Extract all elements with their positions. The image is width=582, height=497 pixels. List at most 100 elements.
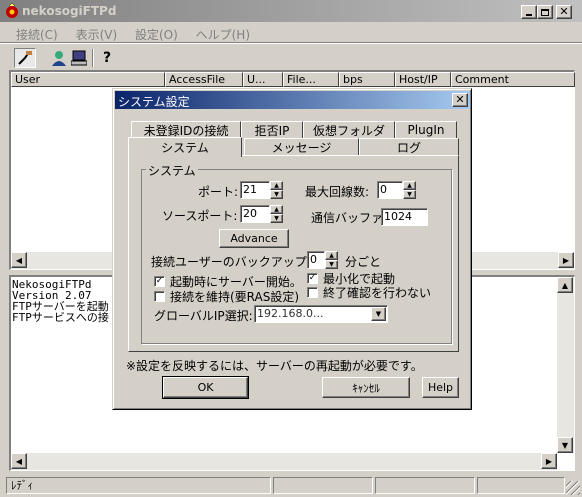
app-icon[interactable] <box>4 2 20 19</box>
tab-plugin[interactable]: PlugIn <box>395 121 457 138</box>
spin-down-icon[interactable]: ▼ <box>270 214 283 223</box>
dialog-close-button[interactable]: ✕ <box>452 93 468 107</box>
tab-virtual-folder[interactable]: 仮想フォルダ <box>303 121 395 138</box>
advance-button[interactable]: Advance <box>219 229 289 248</box>
dialog-title-bar: システム設定 ✕ <box>115 91 470 109</box>
connect-button[interactable] <box>14 48 36 68</box>
resize-grip-icon[interactable] <box>566 481 580 495</box>
backup-label: 接続ユーザーのバックアップ <box>151 255 307 269</box>
log-scroll-right-button[interactable]: ▶ <box>541 453 557 469</box>
connect-icon <box>18 51 32 65</box>
minimize-icon <box>526 14 532 16</box>
buffer-field[interactable]: 1024 <box>381 208 428 226</box>
computer-button[interactable] <box>70 49 88 67</box>
status-text: ﾚﾃﾞｨ <box>11 479 33 492</box>
spin-down-icon[interactable]: ▼ <box>325 260 338 269</box>
global-ip-select[interactable]: 192.168.0... ▼ <box>254 305 388 323</box>
toolbar-separator <box>92 49 94 67</box>
scroll-right-button[interactable]: ▶ <box>558 252 574 268</box>
log-vscrollbar[interactable]: ▲ ▼ <box>557 277 574 453</box>
status-bar: ﾚﾃﾞｨ <box>0 473 582 497</box>
source-port-label: ソースポート: <box>162 209 238 223</box>
menu-bar: 接続(C) 表示(V) 設定(O) ヘルプ(H) <box>0 22 582 42</box>
spin-up-icon[interactable]: ▲ <box>403 181 416 190</box>
status-panel-main: ﾚﾃﾞｨ <box>6 477 271 494</box>
chk-keep-connection[interactable] <box>154 291 165 302</box>
global-ip-label: グローバルIP選択: <box>154 309 253 323</box>
buffer-label: 通信バッファ: <box>311 211 388 225</box>
close-icon: ✕ <box>559 5 569 18</box>
backup-field[interactable]: 0 <box>307 251 325 269</box>
tab-log[interactable]: ログ <box>359 138 459 155</box>
close-icon: ✕ <box>455 93 465 106</box>
arrow-left-icon: ◀ <box>15 456 23 466</box>
chk-start-on-launch[interactable]: ✓ <box>154 276 165 287</box>
tab-system[interactable]: システム <box>128 137 242 157</box>
col-bps[interactable]: bps <box>339 72 395 87</box>
help-dialog-button[interactable]: Help <box>422 377 459 398</box>
tab-panel: システム ポート: 21 ▲ ▼ ソースポート: 20 ▲ ▼ 最大回線数: 0 ▲… <box>128 155 459 352</box>
port-spinner[interactable]: ▲ ▼ <box>270 181 283 199</box>
col-u[interactable]: U... <box>243 72 283 87</box>
cancel-button[interactable]: ｷｬﾝｾﾙ <box>322 377 410 398</box>
close-button[interactable]: ✕ <box>556 5 572 19</box>
spin-up-icon[interactable]: ▲ <box>270 181 283 190</box>
spin-up-icon[interactable]: ▲ <box>270 205 283 214</box>
computer-icon <box>71 50 87 66</box>
status-panel-4 <box>477 477 565 494</box>
menu-settings[interactable]: 設定(O) <box>135 28 178 42</box>
log-scroll-left-button[interactable]: ◀ <box>11 453 27 469</box>
chk-no-exit-confirm[interactable] <box>307 287 318 298</box>
scroll-left-button[interactable]: ◀ <box>11 252 27 268</box>
arrow-up-icon: ▲ <box>561 280 569 290</box>
max-lines-label: 最大回線数: <box>305 185 370 199</box>
menu-help[interactable]: ヘルプ(H) <box>196 28 250 42</box>
minimize-button[interactable] <box>521 5 537 19</box>
col-comment[interactable]: Comment <box>451 72 575 87</box>
status-panel-2 <box>273 477 373 494</box>
spin-down-icon[interactable]: ▼ <box>270 190 283 199</box>
tab-unregistered-id[interactable]: 未登録IDの接続 <box>131 121 241 138</box>
title-bar: nekosogiFTPd ✕ <box>0 0 582 22</box>
spin-up-icon[interactable]: ▲ <box>325 251 338 260</box>
dropdown-button[interactable]: ▼ <box>371 307 386 321</box>
scroll-down-button[interactable]: ▼ <box>557 437 573 453</box>
max-lines-spinner[interactable]: ▲ ▼ <box>403 181 416 199</box>
ok-button[interactable]: OK <box>162 376 249 399</box>
tab-message[interactable]: メッセージ <box>244 138 359 155</box>
arrow-right-icon: ▶ <box>545 456 553 466</box>
maximize-icon <box>541 8 549 16</box>
tab-deny-ip[interactable]: 拒否IP <box>241 121 303 138</box>
help-button[interactable]: ? <box>98 49 116 67</box>
arrow-right-icon: ▶ <box>562 255 570 265</box>
backup-spinner[interactable]: ▲ ▼ <box>325 251 338 269</box>
source-port-spinner[interactable]: ▲ ▼ <box>270 205 283 223</box>
scroll-up-button[interactable]: ▲ <box>557 277 573 293</box>
col-user[interactable]: User <box>11 72 165 87</box>
menu-connect[interactable]: 接続(C) <box>16 28 58 42</box>
max-lines-field[interactable]: 0 <box>377 181 403 199</box>
source-port-field[interactable]: 20 <box>240 205 270 223</box>
spin-down-icon[interactable]: ▼ <box>403 190 416 199</box>
status-panel-3 <box>375 477 475 494</box>
maximize-button[interactable] <box>537 5 553 19</box>
port-field[interactable]: 21 <box>240 181 270 199</box>
settings-dialog: システム設定 ✕ 未登録IDの接続 拒否IP 仮想フォルダ PlugIn システ… <box>112 88 472 410</box>
col-accessfile[interactable]: AccessFile <box>165 72 243 87</box>
col-file[interactable]: File... <box>283 72 339 87</box>
dialog-title: システム設定 <box>118 95 190 109</box>
user-icon <box>52 51 66 66</box>
window-title: nekosogiFTPd <box>22 4 117 18</box>
col-host-ip[interactable]: Host/IP <box>395 72 451 87</box>
chk-minimize-on-launch[interactable]: ✓ <box>307 273 318 284</box>
global-ip-value: 192.168.0... <box>257 307 324 320</box>
chevron-down-icon: ▼ <box>375 310 382 318</box>
chk-keep-label[interactable]: 接続を維持(要RAS設定) <box>170 288 299 305</box>
arrow-left-icon: ◀ <box>15 255 23 265</box>
log-hscrollbar[interactable]: ◀ ▶ <box>11 453 557 470</box>
menu-view[interactable]: 表示(V) <box>76 28 118 42</box>
user-button[interactable] <box>50 49 68 67</box>
toolbar: ? <box>0 42 582 70</box>
arrow-down-icon: ▼ <box>561 440 569 450</box>
chk-exit-label[interactable]: 終了確認を行わない <box>323 284 431 301</box>
